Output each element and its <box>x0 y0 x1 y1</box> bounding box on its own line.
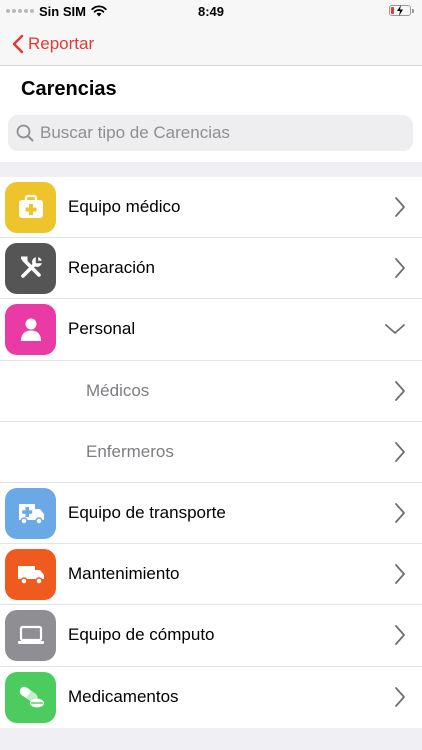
tools-icon <box>5 242 56 294</box>
list-item-label: Médicos <box>86 380 150 400</box>
person-icon <box>5 303 56 355</box>
medical-kit-icon <box>5 181 56 233</box>
search-input[interactable] <box>40 123 400 143</box>
list-item-reparacion[interactable]: Reparación <box>0 238 422 300</box>
chevron-left-icon <box>12 34 24 54</box>
pill-icon <box>5 671 56 723</box>
chevron-right-icon <box>394 502 406 524</box>
list-item-medicamentos[interactable]: Medicamentos <box>0 667 422 728</box>
chevron-right-icon <box>394 686 406 708</box>
back-button[interactable]: Reportar <box>12 34 94 54</box>
list-item-label: Equipo de cómputo <box>68 625 215 645</box>
list-item-mantenimiento[interactable]: Mantenimiento <box>0 544 422 606</box>
chevron-right-icon <box>394 257 406 279</box>
chevron-right-icon <box>394 380 406 402</box>
battery-icon <box>389 5 414 16</box>
clock: 8:49 <box>197 3 225 19</box>
category-list: Equipo médico Reparación Personal Médico… <box>0 177 422 728</box>
page-title: Carencias <box>21 78 117 100</box>
chevron-right-icon <box>394 441 406 463</box>
list-item-equipo-medico[interactable]: Equipo médico <box>0 177 422 239</box>
list-item-label: Enfermeros <box>86 441 174 461</box>
chevron-right-icon <box>394 624 406 646</box>
list-item-equipo-de-transporte[interactable]: Equipo de transporte <box>0 483 422 545</box>
chevron-down-icon <box>384 323 406 335</box>
list-subitem-enfermeros[interactable]: Enfermeros <box>0 422 422 483</box>
status-bar: Sin SIM 8:49 <box>0 0 422 22</box>
search-icon <box>16 124 34 142</box>
list-item-personal[interactable]: Personal <box>0 299 422 361</box>
list-item-equipo-de-computo[interactable]: Equipo de cómputo <box>0 605 422 667</box>
chevron-right-icon <box>394 563 406 585</box>
truck-icon <box>5 548 56 600</box>
search-bar[interactable] <box>8 115 413 151</box>
list-item-label: Reparación <box>68 258 155 278</box>
list-item-label: Personal <box>68 319 136 339</box>
header: Carencias <box>0 66 422 162</box>
back-button-label: Reportar <box>28 33 95 53</box>
list-item-label: Medicamentos <box>68 687 179 707</box>
list-item-label: Mantenimiento <box>68 564 180 584</box>
chevron-right-icon <box>394 196 406 218</box>
list-item-label: Equipo médico <box>68 197 181 217</box>
ambulance-icon <box>5 487 56 539</box>
list-subitem-medicos[interactable]: Médicos <box>0 361 422 422</box>
navigation-bar: Reportar <box>0 22 422 66</box>
list-item-label: Equipo de transporte <box>68 503 226 523</box>
laptop-icon <box>5 609 56 661</box>
